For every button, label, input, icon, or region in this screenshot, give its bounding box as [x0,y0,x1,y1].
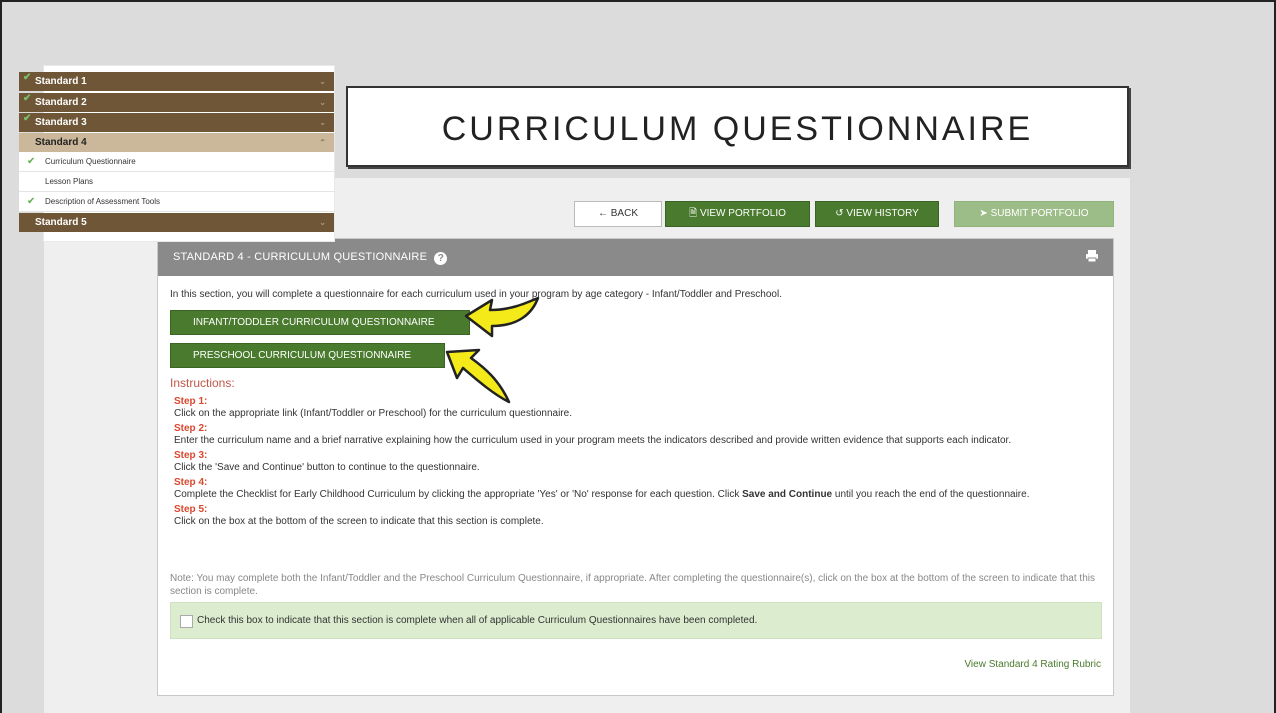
check-icon: ✔ [23,93,32,104]
check-icon: ✔ [23,113,32,124]
sidebar-item-standard-2[interactable]: ✔ Standard 2 ⌄ [19,93,334,112]
history-icon: ↺ [835,208,844,219]
step-label: Step 1: [174,396,208,407]
yellow-arrow-icon [445,348,511,404]
completion-checkbox-row[interactable]: Check this box to indicate that this sec… [170,602,1102,639]
infant-toddler-questionnaire-button[interactable]: INFANT/TODDLER CURRICULUM QUESTIONNAIRE [170,310,470,335]
slide-title-box: CURRICULUM QUESTIONNAIRE [346,86,1129,167]
yellow-arrow-icon [464,296,540,338]
sidebar-item-standard-5[interactable]: Standard 5 ⌄ [19,213,334,232]
completion-checkbox[interactable] [180,615,193,628]
submit-portfolio-button[interactable]: ➤ SUBMIT PORTFOLIO [954,201,1114,227]
sidebar-item-standard-3[interactable]: ✔ Standard 3 ⌄ [19,113,334,132]
standard-panel: STANDARD 4 - CURRICULUM QUESTIONNAIRE ? … [157,238,1114,696]
chevron-down-icon: ⌄ [319,77,326,86]
note-text: Note: You may complete both the Infant/T… [170,573,1095,597]
print-icon[interactable] [1085,249,1099,266]
back-button[interactable]: ← BACK [574,201,662,227]
sidebar-item-standard-1[interactable]: ✔ Standard 1 ⌄ [19,72,334,91]
step-label: Step 2: [174,423,208,434]
panel-header: STANDARD 4 - CURRICULUM QUESTIONNAIRE ? [158,239,1113,276]
view-history-button[interactable]: ↺ VIEW HISTORY [815,201,939,227]
steps-list: Step 1: Click on the appropriate link (I… [174,394,1104,529]
document-icon: 🗎 [689,208,698,219]
step-label: Step 5: [174,504,208,515]
step-text: Complete the Checklist for Early Childho… [174,489,1030,500]
help-icon[interactable]: ? [434,252,448,265]
sidebar-subitem-assessment-tools[interactable]: ✔ Description of Assessment Tools [19,192,334,212]
chevron-down-icon: ⌄ [319,98,326,107]
step-text: Click on the box at the bottom of the sc… [174,516,544,527]
chevron-up-icon: ⌃ [319,138,326,147]
step-text: Click on the appropriate link (Infant/To… [174,408,572,419]
instructions-heading: Instructions: [170,376,235,390]
back-arrow-icon: ← [597,208,608,219]
sidebar-item-standard-4[interactable]: Standard 4 ⌃ [19,133,334,152]
panel-title: STANDARD 4 - CURRICULUM QUESTIONNAIRE ? [173,251,448,265]
slide-title: CURRICULUM QUESTIONNAIRE [441,110,1034,148]
step-label: Step 4: [174,477,208,488]
sidebar-subitem-curriculum-questionnaire[interactable]: ✔ Curriculum Questionnaire [19,152,334,172]
view-portfolio-button[interactable]: 🗎 VIEW PORTFOLIO [665,201,810,227]
step-label: Step 3: [174,450,208,461]
sidebar-subitem-lesson-plans[interactable]: Lesson Plans [19,172,334,192]
send-icon: ➤ [979,208,988,219]
step-text: Click the 'Save and Continue' button to … [174,462,480,473]
check-icon: ✔ [27,156,36,167]
chevron-down-icon: ⌄ [319,118,326,127]
preschool-questionnaire-button[interactable]: PRESCHOOL CURRICULUM QUESTIONNAIRE [170,343,445,368]
completion-checkbox-label: Check this box to indicate that this sec… [197,615,758,626]
rating-rubric-link[interactable]: View Standard 4 Rating Rubric [964,659,1101,670]
check-icon: ✔ [27,196,36,207]
chevron-down-icon: ⌄ [319,218,326,227]
check-icon: ✔ [23,72,32,83]
step-text: Enter the curriculum name and a brief na… [174,435,1012,446]
